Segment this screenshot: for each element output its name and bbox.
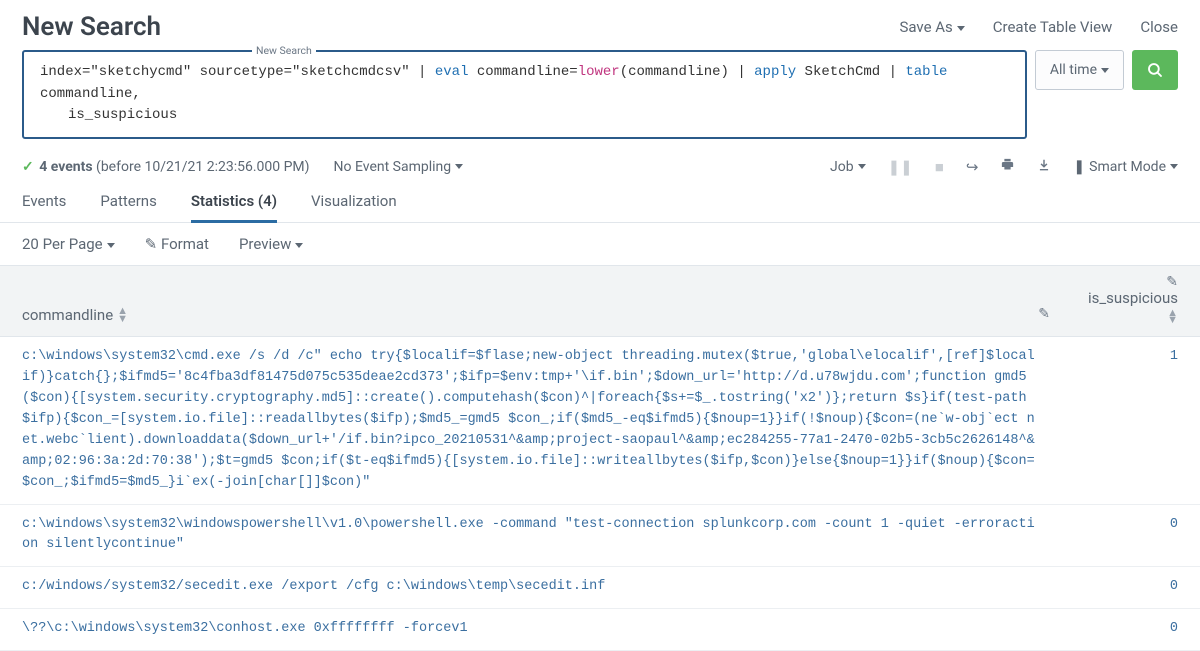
search-icon [1146, 61, 1164, 79]
spl-func-lower: lower [578, 64, 620, 80]
event-sampling-dropdown[interactable]: No Event Sampling [334, 159, 464, 175]
cell-commandline: \??\c:\windows\system32\conhost.exe 0xff… [22, 619, 1068, 640]
sort-icon: ▲▼ [117, 307, 128, 322]
search-name-badge: New Search [252, 44, 316, 57]
pencil-icon [145, 235, 158, 253]
tab-patterns[interactable]: Patterns [100, 184, 156, 222]
edit-column-icon[interactable] [1166, 274, 1178, 290]
event-count-label: 4 events [39, 159, 92, 175]
column-label: is_suspicious [1088, 289, 1178, 307]
cell-commandline: c:\windows\system32\windowspowershell\v1… [22, 515, 1068, 557]
job-menu[interactable]: Job [830, 159, 866, 175]
tab-statistics[interactable]: Statistics (4) [191, 184, 277, 223]
lightbulb-icon: ❚ [1073, 159, 1085, 175]
print-icon[interactable] [1000, 157, 1015, 176]
spl-text: (commandline) | [620, 64, 754, 80]
smart-mode-label: Smart Mode [1089, 159, 1178, 175]
spl-text: commandline, [40, 86, 141, 102]
sort-icon: ▲▼ [1167, 309, 1178, 324]
event-time-label: (before 10/21/21 2:23:56.000 PM) [96, 159, 310, 175]
search-mode-dropdown[interactable]: ❚Smart Mode [1073, 159, 1178, 175]
download-icon[interactable] [1037, 158, 1051, 176]
cell-is-suspicious: 0 [1068, 515, 1178, 557]
cell-commandline: c:\windows\system32\cmd.exe /s /d /c" ec… [22, 347, 1068, 493]
close-button[interactable]: Close [1140, 18, 1178, 36]
cell-is-suspicious: 0 [1068, 619, 1178, 640]
table-header: commandline ▲▼ is_suspicious ▲▼ [0, 265, 1200, 337]
result-tabs: Events Patterns Statistics (4) Visualiza… [0, 184, 1200, 223]
time-range-picker[interactable]: All time [1035, 50, 1124, 90]
column-header-commandline[interactable]: commandline ▲▼ [22, 306, 1068, 324]
results-table: commandline ▲▼ is_suspicious ▲▼ c:\windo… [0, 265, 1200, 651]
tab-events[interactable]: Events [22, 184, 66, 222]
header-actions: Save As Create Table View Close [899, 18, 1178, 36]
check-icon: ✓ [22, 159, 34, 175]
table-row[interactable]: c:/windows/system32/secedit.exe /export … [0, 567, 1200, 609]
format-dropdown[interactable]: Format [145, 235, 209, 253]
column-header-is-suspicious[interactable]: is_suspicious ▲▼ [1068, 289, 1178, 324]
spl-text: commandline= [468, 64, 577, 80]
table-row[interactable]: c:\windows\system32\cmd.exe /s /d /c" ec… [0, 337, 1200, 504]
per-page-dropdown[interactable]: 20 Per Page [22, 235, 115, 253]
preview-dropdown[interactable]: Preview [239, 235, 303, 253]
spl-keyword-table: table [905, 64, 947, 80]
stop-icon[interactable]: ■ [935, 158, 944, 176]
event-count: ✓ 4 events (before 10/21/21 2:23:56.000 … [22, 159, 310, 175]
cell-is-suspicious: 0 [1068, 577, 1178, 598]
search-input[interactable]: index="sketchycmd" sourcetype="sketchcmd… [22, 50, 1027, 139]
page-title: New Search [22, 12, 161, 42]
share-icon[interactable]: ↪ [966, 158, 979, 176]
spl-text: is_suspicious [40, 105, 177, 127]
save-as-button[interactable]: Save As [899, 18, 964, 36]
column-label: commandline [22, 306, 113, 324]
edit-column-icon[interactable] [1038, 306, 1050, 322]
spl-keyword-eval: eval [435, 64, 469, 80]
spl-text: index="sketchycmd" sourcetype="sketchcmd… [40, 64, 435, 80]
spl-keyword-apply: apply [754, 64, 796, 80]
format-label: Format [161, 235, 209, 253]
spl-text: SketchCmd | [796, 64, 905, 80]
cell-is-suspicious: 1 [1068, 347, 1178, 493]
search-button[interactable] [1132, 50, 1178, 90]
create-table-view-button[interactable]: Create Table View [993, 18, 1113, 36]
cell-commandline: c:/windows/system32/secedit.exe /export … [22, 577, 1068, 598]
table-row[interactable]: c:\windows\system32\windowspowershell\v1… [0, 505, 1200, 568]
pause-icon[interactable]: ❚❚ [888, 158, 913, 176]
tab-visualization[interactable]: Visualization [311, 184, 397, 222]
table-row[interactable]: \??\c:\windows\system32\conhost.exe 0xff… [0, 609, 1200, 651]
